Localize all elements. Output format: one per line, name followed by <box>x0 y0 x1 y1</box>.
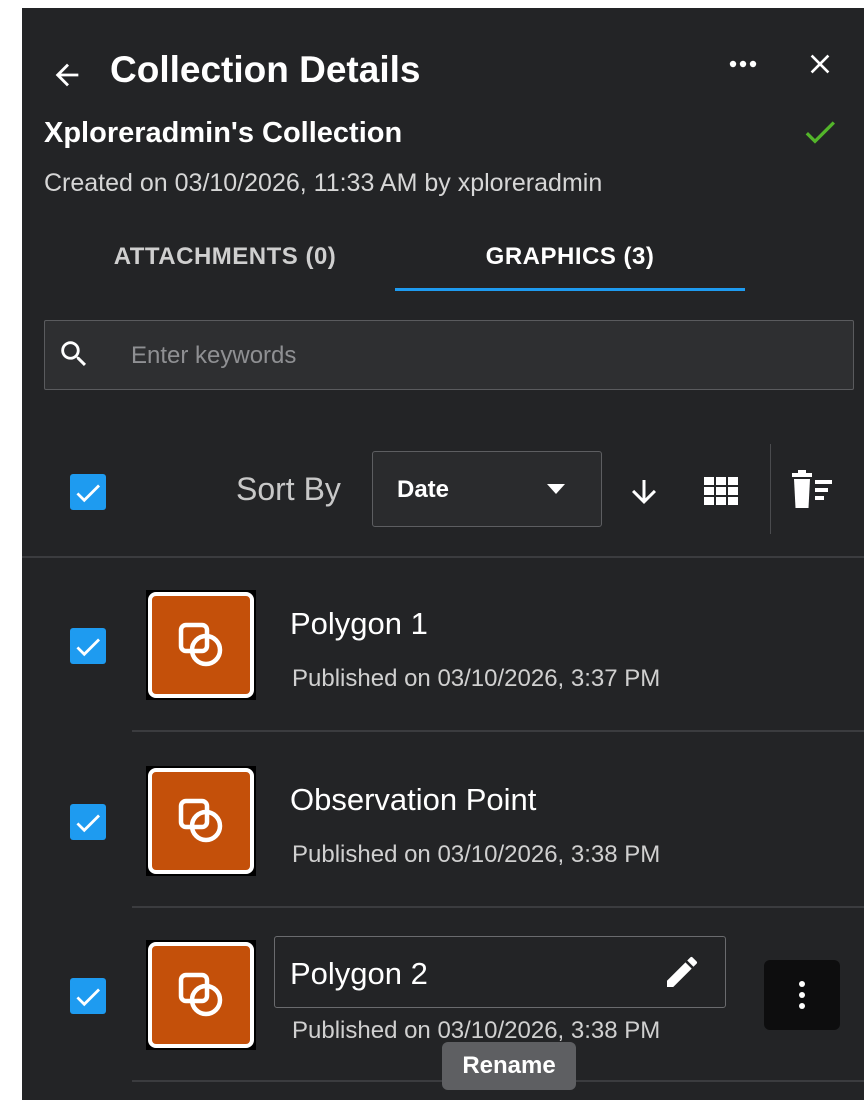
search-input[interactable] <box>129 333 833 379</box>
item-checkbox[interactable] <box>70 804 106 840</box>
more-horizontal-icon[interactable] <box>725 52 761 76</box>
check-icon <box>805 121 835 144</box>
item-separator <box>132 906 864 908</box>
search-box <box>44 320 854 390</box>
arrow-down-icon[interactable] <box>626 474 662 510</box>
delete-list-icon[interactable] <box>788 468 836 510</box>
tab-graphics[interactable]: GRAPHICS (3) <box>395 244 745 302</box>
tab-attachments[interactable]: ATTACHMENTS (0) <box>60 244 390 302</box>
arrow-left-icon[interactable] <box>50 58 84 92</box>
checkmark-icon <box>76 814 100 833</box>
rename-tooltip: Rename <box>442 1042 576 1090</box>
item-name[interactable]: Observation Point <box>290 782 536 818</box>
checkmark-icon <box>76 638 100 657</box>
caret-down-icon <box>547 484 565 494</box>
graphic-shapes-icon <box>178 622 223 667</box>
more-vertical-icon <box>799 981 805 1009</box>
item-separator <box>132 730 864 732</box>
collection-details-panel: Collection Details Xploreradmin's Collec… <box>22 8 864 1100</box>
graphic-shapes-icon <box>178 798 223 843</box>
item-menu-button[interactable] <box>764 960 840 1030</box>
item-date: Published on 03/10/2026, 3:37 PM <box>292 665 661 692</box>
checkmark-icon <box>76 988 100 1007</box>
item-thumbnail[interactable] <box>146 766 256 876</box>
created-info: Created on 03/10/2026, 11:33 AM by xplor… <box>44 169 603 197</box>
toolbar-separator <box>22 556 864 558</box>
collection-name: Xploreradmin's Collection <box>44 117 403 149</box>
grid-view-icon[interactable] <box>702 474 740 508</box>
sort-select[interactable]: Date <box>372 451 602 527</box>
checkmark-icon <box>76 484 100 503</box>
toolbar-divider <box>770 444 771 534</box>
sort-by-label: Sort By <box>236 471 341 507</box>
item-checkbox[interactable] <box>70 978 106 1014</box>
select-all-checkbox[interactable] <box>70 474 106 510</box>
thumbnail-frame <box>148 942 254 1048</box>
item-checkbox[interactable] <box>70 628 106 664</box>
sort-select-value: Date <box>397 476 450 503</box>
item-thumbnail[interactable] <box>146 940 256 1050</box>
item-name[interactable]: Polygon 1 <box>290 606 428 642</box>
item-name[interactable]: Polygon 2 <box>290 956 428 992</box>
item-thumbnail[interactable] <box>146 590 256 700</box>
search-icon <box>61 341 87 367</box>
item-date: Published on 03/10/2026, 3:38 PM <box>292 841 661 868</box>
page-title: Collection Details <box>110 49 421 90</box>
graphic-shapes-icon <box>178 972 223 1017</box>
close-icon[interactable] <box>804 48 836 80</box>
active-tab-indicator <box>395 288 745 291</box>
thumbnail-frame <box>148 768 254 874</box>
pencil-icon[interactable] <box>662 952 702 992</box>
thumbnail-frame <box>148 592 254 698</box>
